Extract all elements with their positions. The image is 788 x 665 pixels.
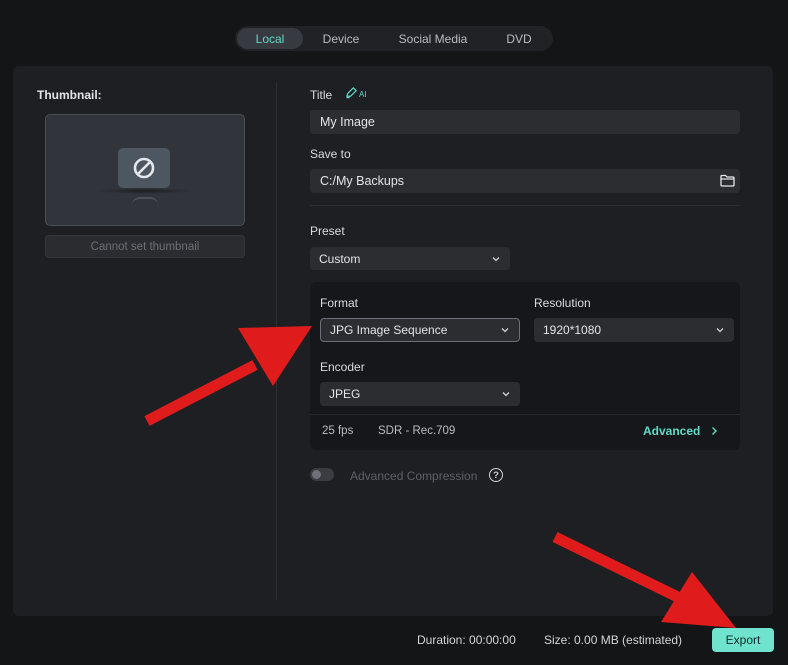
export-button[interactable]: Export [712, 628, 774, 652]
red-arrow-format [144, 326, 312, 426]
red-arrow-export [552, 532, 736, 628]
duration-label: Duration: 00:00:00 [417, 633, 516, 647]
size-label: Size: 0.00 MB (estimated) [544, 633, 683, 647]
annotation-arrows [144, 326, 736, 628]
